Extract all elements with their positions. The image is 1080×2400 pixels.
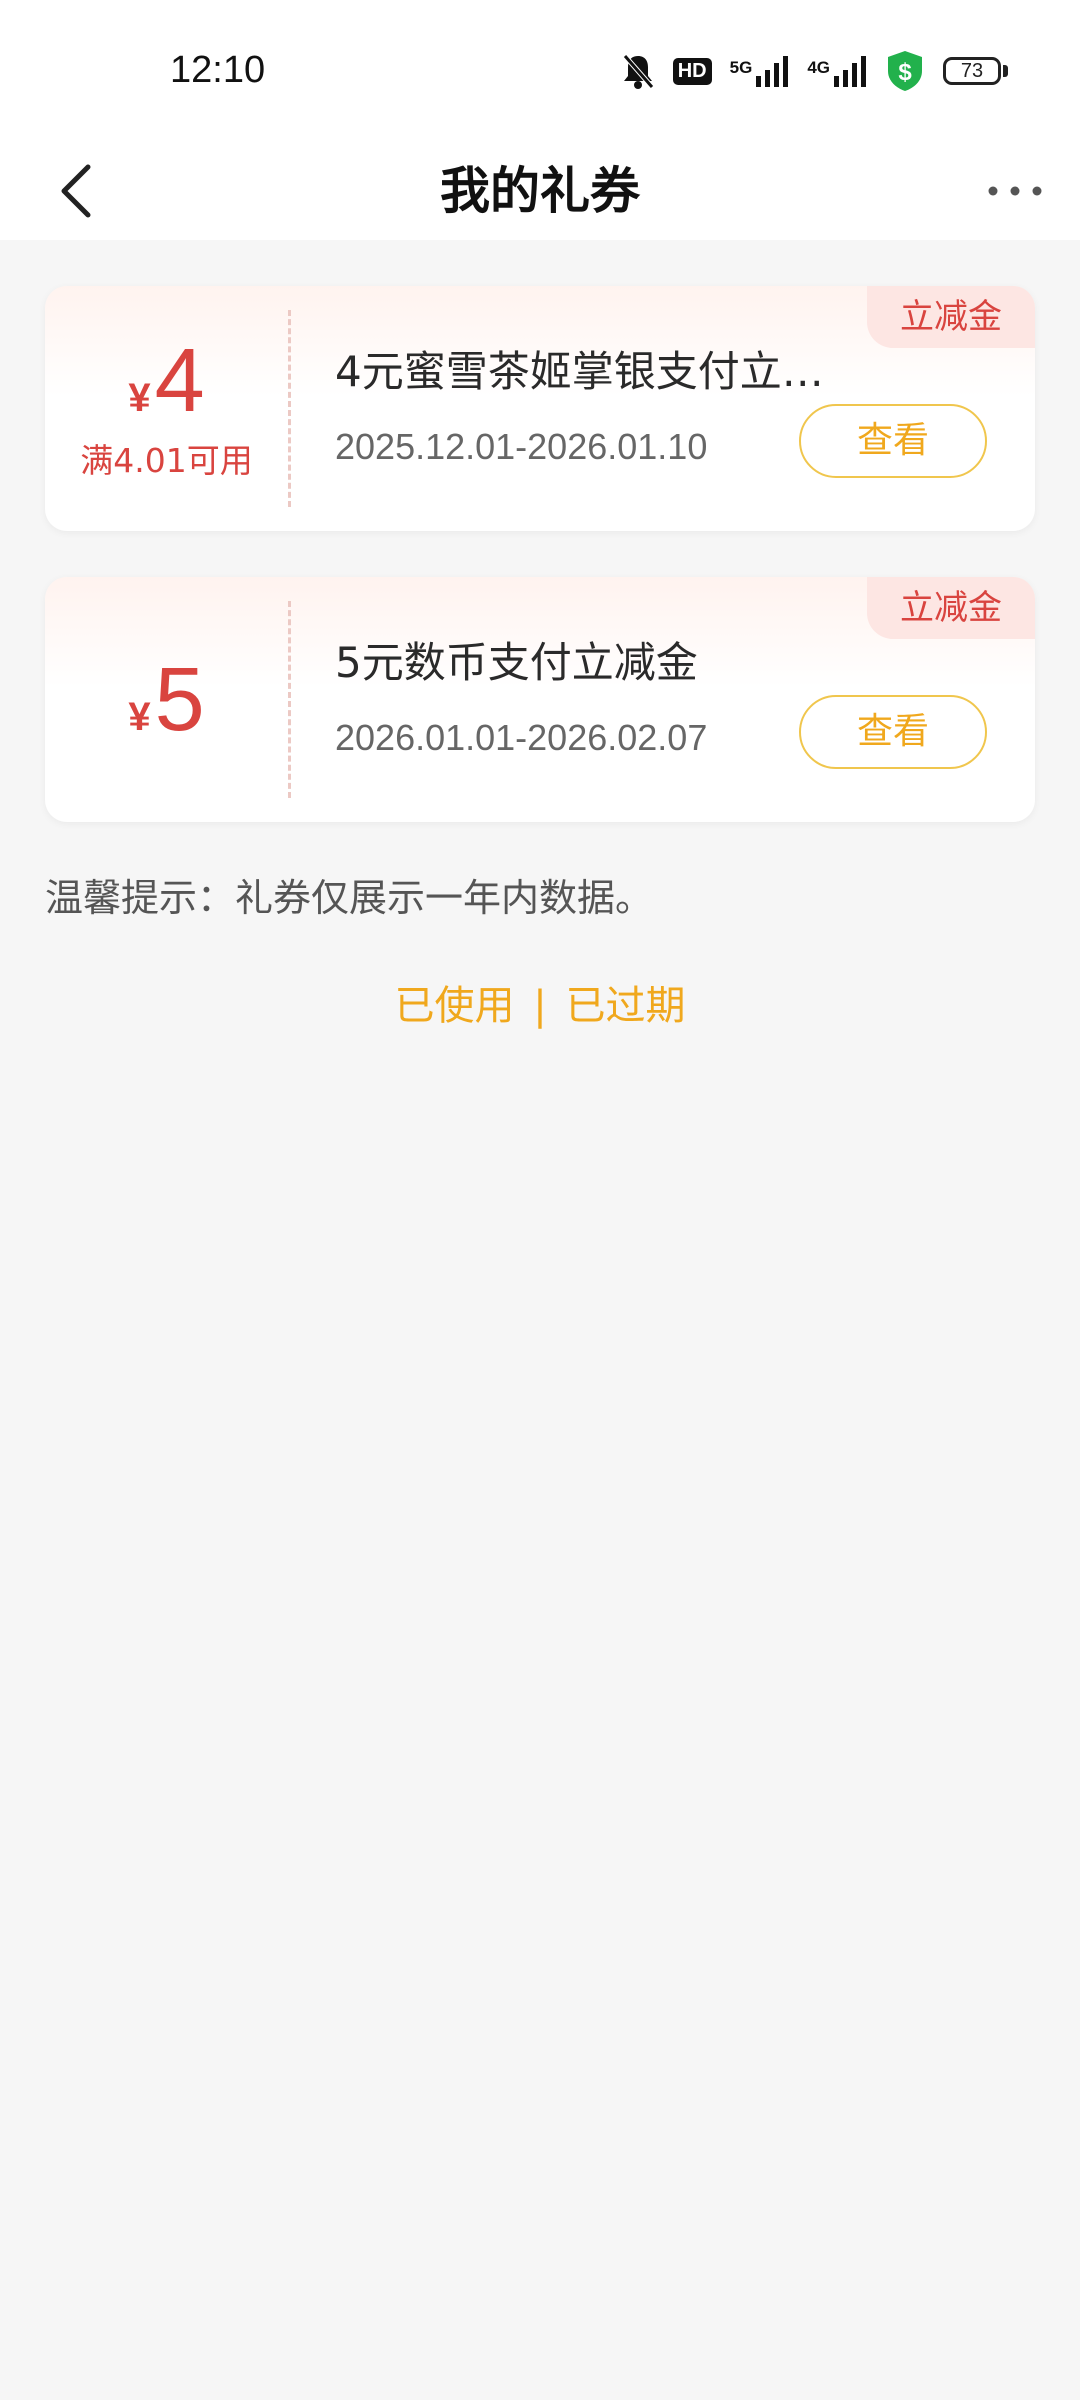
nav-bar: 我的礼券 [0,142,1080,240]
coupon-tag: 立减金 [867,577,1035,639]
coupon-amount: ¥ 5 [45,577,288,822]
status-time: 12:10 [170,49,266,91]
coupon-amount-value: 5 [154,649,205,750]
signal-5g-icon: 5G [730,54,790,88]
hd-icon: HD [672,57,712,85]
signal-4g-icon: 4G [807,54,867,88]
expired-coupons-link[interactable]: 已过期 [565,983,685,1029]
coupon-date-range: 2026.01.01-2026.02.07 [335,717,708,758]
history-links: 已使用 | 已过期 [0,976,1080,1036]
used-coupons-link[interactable]: 已使用 [395,983,515,1029]
coupon-divider [288,310,291,507]
more-button[interactable] [980,142,1050,240]
more-dots-icon [988,186,1042,196]
coupon-tag: 立减金 [867,286,1035,348]
battery-icon: 73 [943,57,1008,85]
coupon-amount: ¥ 4 满4.01可用 [45,286,288,531]
coupon-card[interactable]: ¥ 4 满4.01可用 4元蜜雪茶姬掌银支付立减金 2025.12.01-202… [45,286,1035,531]
coupon-amount-value: 4 [154,330,205,431]
currency-symbol: ¥ [128,375,151,420]
security-shield-icon: $ [885,49,925,93]
status-bar: 12:10 HD 5G 4G $ 73 [0,0,1080,142]
currency-symbol: ¥ [128,694,151,739]
coupon-card[interactable]: ¥ 5 5元数币支付立减金 2026.01.01-2026.02.07 立减金 … [45,577,1035,822]
coupon-name: 4元蜜雪茶姬掌银支付立减金 [335,347,855,396]
coupon-name: 5元数币支付立减金 [335,638,698,687]
bell-muted-icon [621,52,655,90]
coupon-divider [288,601,291,798]
coupon-date-range: 2025.12.01-2026.01.10 [335,426,708,467]
link-separator: | [533,983,547,1029]
svg-text:$: $ [898,59,912,86]
coupon-min-spend: 满4.01可用 [80,440,253,480]
status-icons: HD 5G 4G $ 73 [621,46,1008,96]
view-coupon-button[interactable]: 查看 [799,404,987,478]
page-title: 我的礼券 [440,162,640,220]
view-coupon-button[interactable]: 查看 [799,695,987,769]
tip-text: 温馨提示：礼券仅展示一年内数据。 [45,876,654,920]
